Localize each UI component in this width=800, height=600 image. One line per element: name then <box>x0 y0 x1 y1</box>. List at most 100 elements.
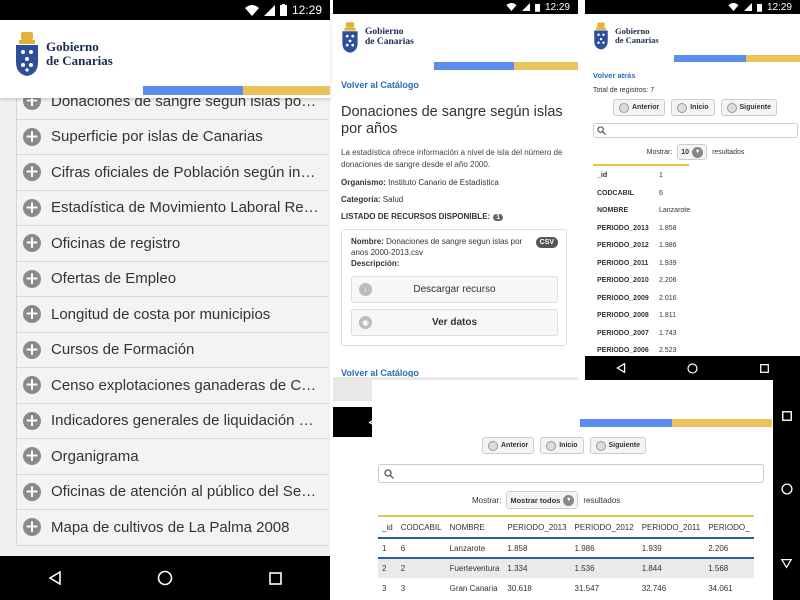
search-input[interactable] <box>593 123 798 138</box>
record-field-row: PERIODO_2013 1.858 <box>597 220 798 238</box>
expand-plus-icon: + <box>23 126 41 147</box>
dataset-list-item[interactable]: + Mapa de cultivos de La Palma 2008 <box>16 510 328 546</box>
arrow-left-icon <box>488 440 498 451</box>
status-bar: 12:29 <box>0 0 330 20</box>
dataset-list-item[interactable]: + Longitud de costa por municipios <box>16 297 328 333</box>
record-field-row: PERIODO_2011 1.939 <box>597 255 798 273</box>
dataset-list-item-label: Mapa de cultivos de La Palma 2008 <box>51 518 290 536</box>
dataset-list-item-label: Oficinas de registro <box>51 234 181 252</box>
pager: Anterior Inicio Siguiente <box>613 99 798 116</box>
dataset-list-item-label: Ofertas de Empleo <box>51 270 177 288</box>
csv-badge: CSV <box>535 236 558 249</box>
dataset-detail: Volver al Catálogo Donaciones de sangre … <box>341 80 571 378</box>
back-icon[interactable] <box>616 363 626 373</box>
dataset-list-item[interactable]: + Organigrama <box>16 439 328 475</box>
dataset-list-item-label: Cifras oficiales de Población según indi… <box>51 163 321 181</box>
download-resource-button[interactable]: ↓ Descargar recurso <box>351 276 558 304</box>
resource-desc-label: Descripción: <box>351 259 400 269</box>
column-header[interactable]: CODCABIL <box>396 515 446 539</box>
grid-icon <box>677 102 688 113</box>
dataset-list-item[interactable]: + Estadística de Movimiento Laboral Regis… <box>16 190 328 226</box>
previous-label: Anterior <box>632 104 660 111</box>
gobierno-logo: Gobierno de Canarias <box>14 32 113 76</box>
column-header[interactable]: PERIODO_ <box>704 515 754 539</box>
arrow-left-icon <box>619 102 629 113</box>
back-link[interactable]: Volver atrás <box>593 71 798 80</box>
dataset-title: Donaciones de sangre según islas por año… <box>341 104 563 137</box>
table-cell: 1.536 <box>570 558 638 578</box>
page-size-select[interactable]: 10 ▾ <box>677 144 708 160</box>
field-value: 1.743 <box>659 329 677 337</box>
dataset-list-item[interactable]: + Ofertas de Empleo <box>16 261 328 297</box>
column-header[interactable]: PERIODO_2013 <box>503 515 571 539</box>
pager: Anterior Inicio Siguiente <box>482 437 647 454</box>
field-name: PERIODO_2013 <box>597 224 649 232</box>
phone-table-view: Anterior Inicio Siguiente Mostrar: Mostr… <box>372 380 800 600</box>
home-icon[interactable] <box>687 362 699 374</box>
coat-of-arms-icon <box>342 22 358 53</box>
brand-stripe <box>674 55 800 62</box>
arrow-right-icon <box>595 440 606 451</box>
dataset-list-item[interactable]: + Oficinas de atención al público del Ser… <box>16 474 328 510</box>
wifi-icon <box>728 3 739 11</box>
back-to-catalog-link[interactable]: Volver al Catálogo <box>341 80 571 90</box>
back-icon[interactable] <box>781 558 792 569</box>
home-icon[interactable] <box>157 570 173 586</box>
table-row[interactable]: 2 2 Fuerteventura 1.334 1.536 1.844 1.568 <box>378 558 754 578</box>
dataset-list-item[interactable]: + Censo explotaciones ganaderas de Cana..… <box>16 368 328 404</box>
expand-plus-icon: + <box>23 446 41 467</box>
column-header[interactable]: NOMBRE <box>445 515 504 539</box>
battery-icon <box>279 4 287 16</box>
table-body: 1 6 Lanzarote 1.858 1.986 1.939 2.206 2 2 Fuertev… <box>378 538 754 598</box>
page-size-select[interactable]: Mostrar todos ▾ <box>506 491 579 509</box>
field-name: PERIODO_2011 <box>597 259 649 267</box>
results-label: resultados <box>712 148 745 156</box>
wifi-icon <box>244 4 259 16</box>
home-button[interactable]: Inicio <box>671 99 715 116</box>
dataset-list-item[interactable]: + Cifras oficiales de Población según ind… <box>16 155 328 191</box>
table-row[interactable]: 3 3 Gran Canaria 30.618 31.547 32.746 34.061 <box>378 578 754 598</box>
previous-button[interactable]: Anterior <box>482 437 535 454</box>
back-icon[interactable] <box>48 571 62 585</box>
status-bar: 12:29 <box>333 0 578 14</box>
resource-card: Nombre: Donaciones de sangre segun islas… <box>341 228 567 347</box>
resource-name: Nombre: Donaciones de sangre segun islas… <box>351 236 558 259</box>
wifi-icon <box>506 3 517 11</box>
category-value: Salud <box>382 194 404 204</box>
record-field-row: PERIODO_2007 1.743 <box>597 325 798 343</box>
column-header[interactable]: PERIODO_2011 <box>637 515 705 539</box>
gobierno-logo: Gobierno de Canarias <box>341 22 414 53</box>
recent-apps-icon[interactable] <box>269 571 282 585</box>
organism-row: Organismo: Instituto Canario de Estadíst… <box>341 178 571 187</box>
home-button[interactable]: Inicio <box>540 437 584 454</box>
recent-apps-icon[interactable] <box>781 411 792 422</box>
dataset-list-item[interactable]: + Superficie por islas de Canarias <box>16 119 328 155</box>
data-table-wrapper: _id CODCABIL NOMBRE PERIODO_2013 PERIODO_201… <box>378 515 772 598</box>
table-cell: 1.844 <box>637 558 705 578</box>
page-size-row: Mostrar: Mostrar todos ▾ resultados <box>472 491 620 509</box>
table-cell: 2 <box>378 558 397 578</box>
android-nav-bar <box>0 556 330 600</box>
expand-plus-icon: + <box>23 304 41 325</box>
table-cell: Lanzarote <box>445 538 504 559</box>
view-data-button[interactable]: ◉ Ver datos <box>351 309 558 337</box>
next-button[interactable]: Siguiente <box>720 99 778 116</box>
status-bar: 12:29 <box>585 0 800 14</box>
dataset-list-item-label: Censo explotaciones ganaderas de Cana... <box>51 376 321 394</box>
field-name: CODCABIL <box>597 189 634 197</box>
table-row[interactable]: 1 6 Lanzarote 1.858 1.986 1.939 2.206 <box>378 538 754 559</box>
dataset-list-item[interactable]: + Indicadores generales de liquidación pr… <box>16 403 328 439</box>
dataset-list-item[interactable]: + Cursos de Formación <box>16 332 328 368</box>
home-icon[interactable] <box>780 483 793 496</box>
next-label: Siguiente <box>739 104 772 111</box>
previous-button[interactable]: Anterior <box>613 99 666 116</box>
android-nav-bar <box>773 380 800 600</box>
previous-label: Anterior <box>501 442 529 449</box>
column-header[interactable]: PERIODO_2012 <box>570 515 638 539</box>
search-input[interactable] <box>378 464 764 483</box>
next-button[interactable]: Siguiente <box>589 437 647 454</box>
dataset-list-item[interactable]: + Oficinas de registro <box>16 226 328 262</box>
column-header[interactable]: _id <box>378 515 397 539</box>
recent-apps-icon[interactable] <box>760 363 770 373</box>
record-panel: Volver atrás Total de registros: 7 Anter… <box>593 71 798 360</box>
